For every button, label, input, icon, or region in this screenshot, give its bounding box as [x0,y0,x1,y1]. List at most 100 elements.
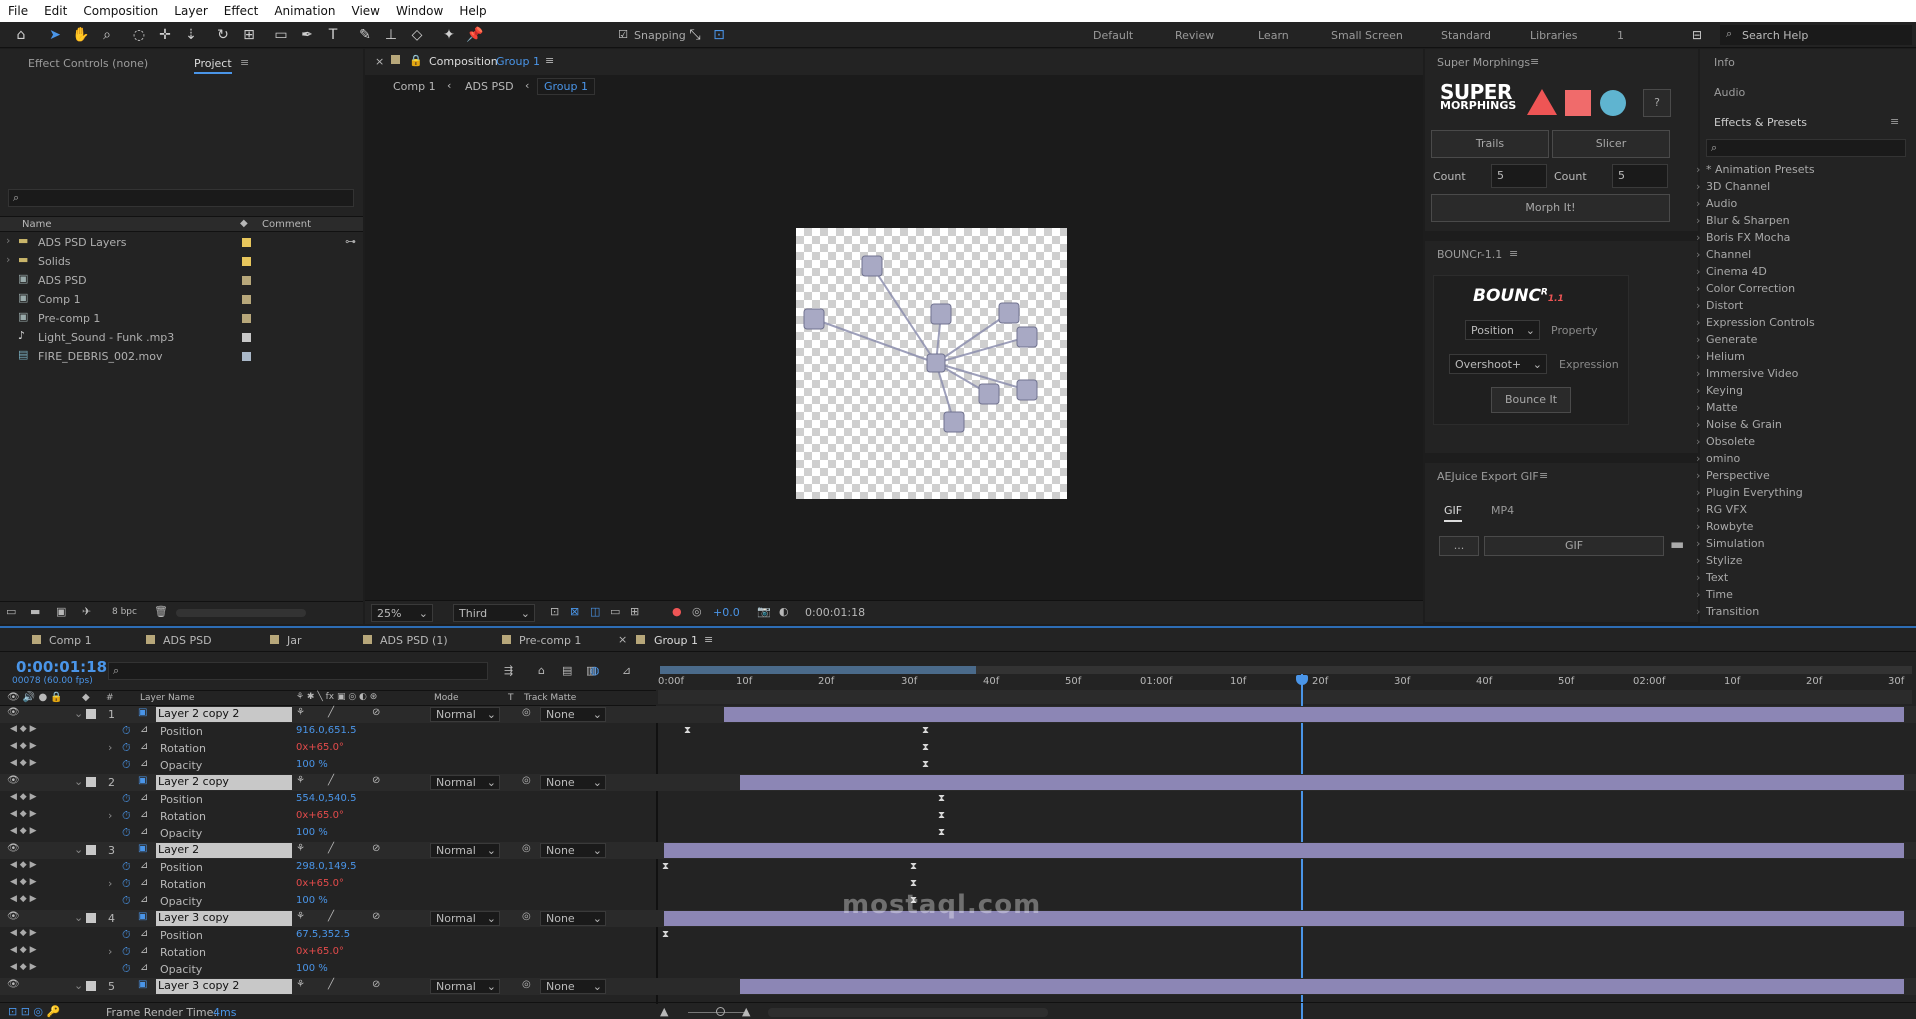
workspace-small-screen[interactable]: Small Screen [1331,29,1403,42]
breadcrumb-comp1[interactable]: Comp 1 [393,80,436,93]
tab-precomp1[interactable]: Pre-comp 1 [519,634,581,647]
layer-duration-bar[interactable] [740,775,1904,790]
trails-button[interactable]: Trails [1431,130,1549,158]
chevron-down-icon[interactable]: ⌄ [74,843,83,856]
help-button[interactable]: ? [1643,89,1671,117]
lock-icon[interactable]: 🔒 [409,54,423,67]
panel-menu-icon[interactable]: ≡ [1530,55,1539,68]
bounce-it-button[interactable]: Bounce It [1491,387,1571,413]
eye-icon[interactable]: 👁 [7,911,20,922]
effect-category[interactable]: * Animation Presets [1696,163,1815,176]
keyframe-nav-icon[interactable]: ◀ ◆ ▶ [10,792,37,802]
list-item[interactable]: ▣ Comp 1 [0,291,360,310]
layer-duration-bar[interactable] [740,979,1904,994]
mode-select[interactable]: Normal ⌄ [430,775,500,790]
keyframe-nav-icon[interactable]: ◀ ◆ ▶ [10,741,37,751]
chevron-down-icon[interactable]: ⌄ [74,911,83,924]
tab-project[interactable]: Project [194,57,232,74]
layer-name[interactable]: Layer 2 copy 2 [156,707,292,722]
stopwatch-icon[interactable]: ⏱ [122,894,131,908]
motion-blur-icon[interactable]: ◍ [590,664,600,677]
bpc-label[interactable]: 8 bpc [112,607,137,617]
folder-icon[interactable]: ▬ [1670,535,1684,553]
rotation-value[interactable]: 0x+65.0° [296,946,344,957]
composition-title-link[interactable]: Group 1 [496,55,540,68]
hand-tool-icon[interactable]: ✋ [72,26,90,44]
guides-icon[interactable]: ⊞ [630,605,639,618]
eye-icon[interactable]: 👁 [7,707,20,718]
tab-group1[interactable]: Group 1 [654,634,698,647]
3d-layer-switch-icon[interactable]: ⊘ [372,979,380,990]
chevron-right-icon[interactable]: › [108,945,112,958]
slicer-count-input[interactable]: 5 [1612,164,1668,188]
trails-count-input[interactable]: 5 [1491,164,1547,188]
tab-effect-controls[interactable]: Effect Controls (none) [28,57,148,70]
table-row[interactable]: 👁 ⌄ 5 ▣ Layer 3 copy 2 ⚘ ╱ ⊘ Normal ⌄ ◎ N… [0,978,1916,995]
stopwatch-icon[interactable]: ⏱ [122,809,131,823]
label-swatch[interactable] [242,314,251,323]
effect-category[interactable]: Text [1696,571,1728,584]
effect-category[interactable]: Channel [1696,248,1751,261]
effect-category[interactable]: Rowbyte [1696,520,1754,533]
flowchart-icon[interactable]: ⊶ [345,235,356,248]
keyframe-icon[interactable]: ⧗ [910,861,917,872]
quality-switch-icon[interactable]: ╱ [328,979,334,990]
graph-icon[interactable]: ⊿ [140,860,148,871]
mode-select[interactable]: Normal ⌄ [430,979,500,994]
list-item[interactable]: ▣ Pre-comp 1 [0,310,360,329]
table-row[interactable]: 👁 ⌄ 2 ▣ Layer 2 copy ⚘ ╱ ⊘ Normal ⌄ ◎ Non… [0,774,1916,791]
menu-effect[interactable]: Effect [216,4,267,18]
effect-category[interactable]: Stylize [1696,554,1743,567]
pick-whip-icon[interactable]: ◎ [522,843,531,854]
keyframe-nav-icon[interactable]: ◀ ◆ ▶ [10,809,37,819]
shy-switch-icon[interactable]: ⚘ [296,843,305,854]
label-swatch[interactable] [242,238,251,247]
mode-select[interactable]: Normal ⌄ [430,843,500,858]
layer-name[interactable]: Layer 3 copy 2 [156,979,292,994]
stopwatch-icon[interactable]: ⏱ [122,928,131,942]
keyframe-nav-icon[interactable]: ◀ ◆ ▶ [10,962,37,972]
workspace-menu-icon[interactable]: ⊟ [1688,26,1706,44]
effect-category[interactable]: Matte [1696,401,1738,414]
keyframe-nav-icon[interactable]: ◀ ◆ ▶ [10,928,37,938]
comp-flowchart-icon[interactable]: ⇶ [504,664,513,677]
stopwatch-icon[interactable]: ⏱ [122,758,131,772]
tab-jar[interactable]: Jar [287,634,302,647]
tab-gif[interactable]: GIF [1444,504,1463,522]
keyframe-nav-icon[interactable]: ◀ ◆ ▶ [10,894,37,904]
project-search-input[interactable]: ⌕ [8,189,354,207]
export-gif-button[interactable]: GIF [1484,536,1664,556]
effect-category[interactable]: Noise & Grain [1696,418,1782,431]
effect-category[interactable]: Cinema 4D [1696,265,1767,278]
effect-category[interactable]: Blur & Sharpen [1696,214,1790,227]
effect-category[interactable]: 3D Channel [1696,180,1770,193]
panel-menu-icon[interactable]: ≡ [1890,115,1899,128]
label-swatch[interactable] [391,55,400,64]
panel-menu-icon[interactable]: ≡ [704,633,713,646]
keyframe-nav-icon[interactable]: ◀ ◆ ▶ [10,945,37,955]
graph-editor-icon[interactable]: ⊿ [622,664,631,677]
col-layer-name[interactable]: Layer Name [140,693,195,703]
quality-switch-icon[interactable]: ╱ [328,911,334,922]
panel-menu-icon[interactable]: ≡ [545,54,554,67]
effect-category[interactable]: Perspective [1696,469,1770,482]
layer-switches-icon[interactable]: ⊡ ⊡ ◎ 🔑 [8,1005,60,1018]
shy-layers-icon[interactable]: ▤ [562,664,572,677]
keyframe-icon[interactable]: ⧗ [938,810,945,821]
stopwatch-icon[interactable]: ⏱ [122,877,131,891]
layer-name[interactable]: Layer 3 copy [156,911,292,926]
browse-button[interactable]: ... [1439,536,1479,556]
table-row[interactable]: 👁 ⌄ 3 ▣ Layer 2 ⚘ ╱ ⊘ Normal ⌄ ◎ None ⌄ [0,842,1916,859]
graph-icon[interactable]: ⊿ [140,792,148,803]
stopwatch-icon[interactable]: ⏱ [122,945,131,959]
graph-icon[interactable]: ⊿ [140,877,148,888]
keyframe-icon[interactable]: ⧗ [938,827,945,838]
panel-menu-icon[interactable]: ≡ [240,56,249,69]
opacity-value[interactable]: 100 [296,895,315,906]
time-navigator[interactable] [658,690,1912,704]
rotation-value[interactable]: 0x+65.0° [296,742,344,753]
color-channel-icon[interactable]: ● [672,605,682,618]
effect-category[interactable]: Plugin Everything [1696,486,1803,499]
horizontal-scrollbar[interactable] [768,1008,1048,1017]
mode-select[interactable]: Normal ⌄ [430,707,500,722]
